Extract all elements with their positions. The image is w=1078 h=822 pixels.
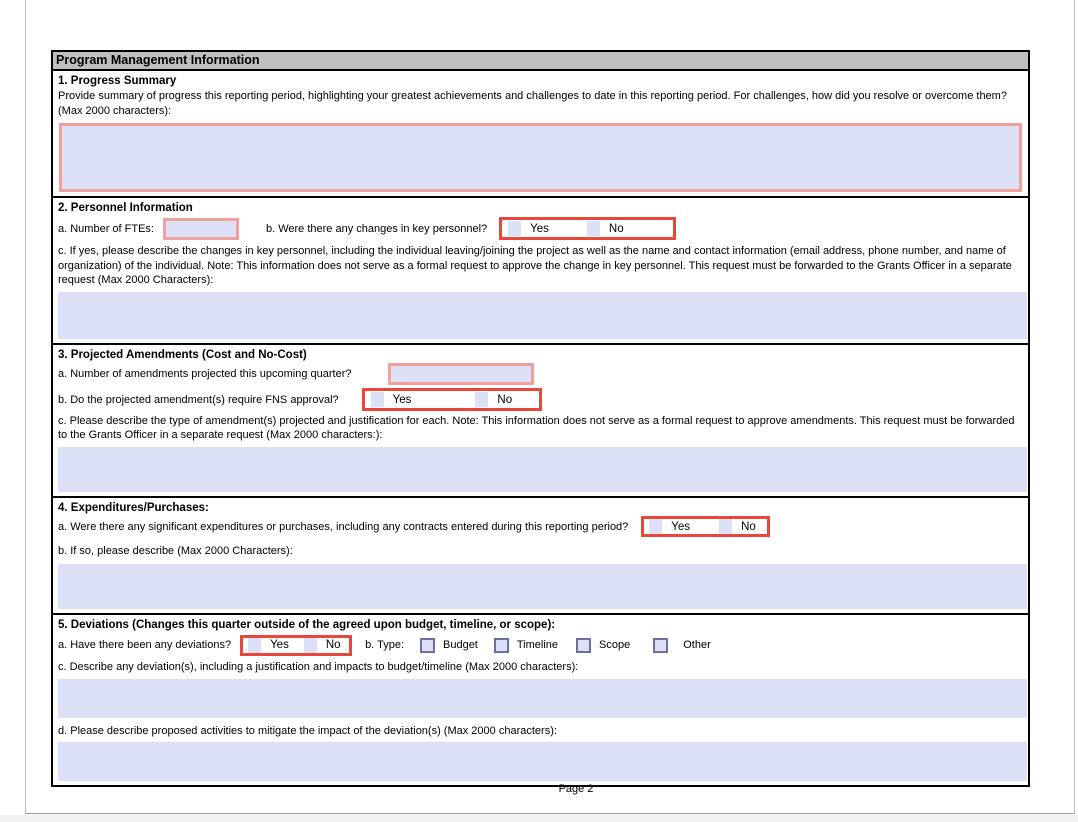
deviations-question: a. Have there been any deviations? <box>58 639 231 651</box>
yes-checkbox[interactable] <box>508 221 521 236</box>
expenditures-question: a. Were there any significant expenditur… <box>58 521 628 533</box>
personnel-change-textarea[interactable] <box>58 292 1027 339</box>
no-checkbox[interactable] <box>304 638 317 653</box>
expenditures-yesno-field[interactable]: Yes No <box>641 516 770 537</box>
yes-checkbox[interactable] <box>649 519 662 534</box>
deviation-type-option: Other <box>653 638 711 653</box>
yes-checkbox[interactable] <box>248 638 261 653</box>
yes-label: Yes <box>671 521 690 533</box>
ftes-input[interactable] <box>163 218 239 240</box>
yes-checkbox[interactable] <box>371 392 384 407</box>
no-label: No <box>326 639 341 651</box>
deviations-mitigate-label: d. Please describe proposed activities t… <box>57 724 1023 739</box>
deviation-type-option: Timeline <box>494 638 558 653</box>
personnel-change-description: c. If yes, please describe the changes i… <box>57 244 1023 288</box>
type-other-checkbox[interactable] <box>653 638 668 653</box>
viewer-bottom-edge <box>0 815 1078 822</box>
progress-summary-textarea[interactable] <box>59 123 1022 192</box>
section1-description: Provide summary of progress this reporti… <box>57 89 1023 118</box>
deviations-yesno-field[interactable]: Yes No <box>240 635 352 656</box>
amendments-count-input[interactable] <box>388 363 534 385</box>
no-label: No <box>609 223 624 235</box>
type-timeline-checkbox[interactable] <box>494 638 509 653</box>
no-checkbox[interactable] <box>475 392 488 407</box>
section-progress-summary: 1. Progress Summary Provide summary of p… <box>53 71 1028 198</box>
expenditures-textarea[interactable] <box>58 564 1027 609</box>
section-deviations: 5. Deviations (Changes this quarter outs… <box>53 615 1028 785</box>
personnel-change-yesno-field[interactable]: Yes No <box>499 217 676 240</box>
amendments-count-question: a. Number of amendments projected this u… <box>58 368 352 380</box>
deviations-describe-label: c. Describe any deviation(s), including … <box>57 660 1023 675</box>
section-projected-amendments: 3. Projected Amendments (Cost and No-Cos… <box>53 345 1028 498</box>
form-body: 1. Progress Summary Provide summary of p… <box>51 71 1030 787</box>
ftes-label: a. Number of FTEs: <box>58 223 154 235</box>
section2-title: 2. Personnel Information <box>57 201 1024 214</box>
type-other-label: Other <box>683 639 711 651</box>
no-checkbox[interactable] <box>719 519 732 534</box>
amendments-description: c. Please describe the type of amendment… <box>57 414 1023 443</box>
type-scope-label: Scope <box>599 639 630 651</box>
document-page: Program Management Information 1. Progre… <box>25 0 1075 814</box>
fns-approval-question: b. Do the projected amendment(s) require… <box>58 394 339 406</box>
type-budget-checkbox[interactable] <box>420 638 435 653</box>
deviations-describe-textarea[interactable] <box>58 679 1027 718</box>
yes-label: Yes <box>393 394 412 406</box>
section1-title: 1. Progress Summary <box>57 74 1024 87</box>
deviation-type-label: b. Type: <box>365 639 404 651</box>
type-scope-checkbox[interactable] <box>576 638 591 653</box>
no-checkbox[interactable] <box>587 221 600 236</box>
form-header-title: Program Management Information <box>56 53 260 67</box>
no-label: No <box>741 521 756 533</box>
pdf-page-viewport: Program Management Information 1. Progre… <box>0 0 1078 822</box>
yes-label: Yes <box>270 639 289 651</box>
section-expenditures-purchases: 4. Expenditures/Purchases: a. Were there… <box>53 498 1028 616</box>
section3-title: 3. Projected Amendments (Cost and No-Cos… <box>57 348 1024 361</box>
amendments-textarea[interactable] <box>58 447 1027 492</box>
yes-label: Yes <box>530 223 549 235</box>
deviations-mitigate-textarea[interactable] <box>58 742 1027 781</box>
type-budget-label: Budget <box>443 639 478 651</box>
deviation-type-option: Budget <box>420 638 478 653</box>
form-section-header: Program Management Information <box>51 50 1030 71</box>
personnel-change-question: b. Were there any changes in key personn… <box>266 223 487 235</box>
section4-title: 4. Expenditures/Purchases: <box>57 501 1024 514</box>
expenditures-describe-label: b. If so, please describe (Max 2000 Char… <box>57 544 1023 559</box>
section5-title: 5. Deviations (Changes this quarter outs… <box>57 618 1024 631</box>
section-personnel-information: 2. Personnel Information a. Number of FT… <box>53 198 1028 345</box>
page-number: Page 2 <box>51 783 1078 795</box>
no-label: No <box>497 394 512 406</box>
fns-approval-yesno-field[interactable]: Yes No <box>362 388 542 411</box>
deviation-type-option: Scope <box>576 638 630 653</box>
type-timeline-label: Timeline <box>517 639 558 651</box>
